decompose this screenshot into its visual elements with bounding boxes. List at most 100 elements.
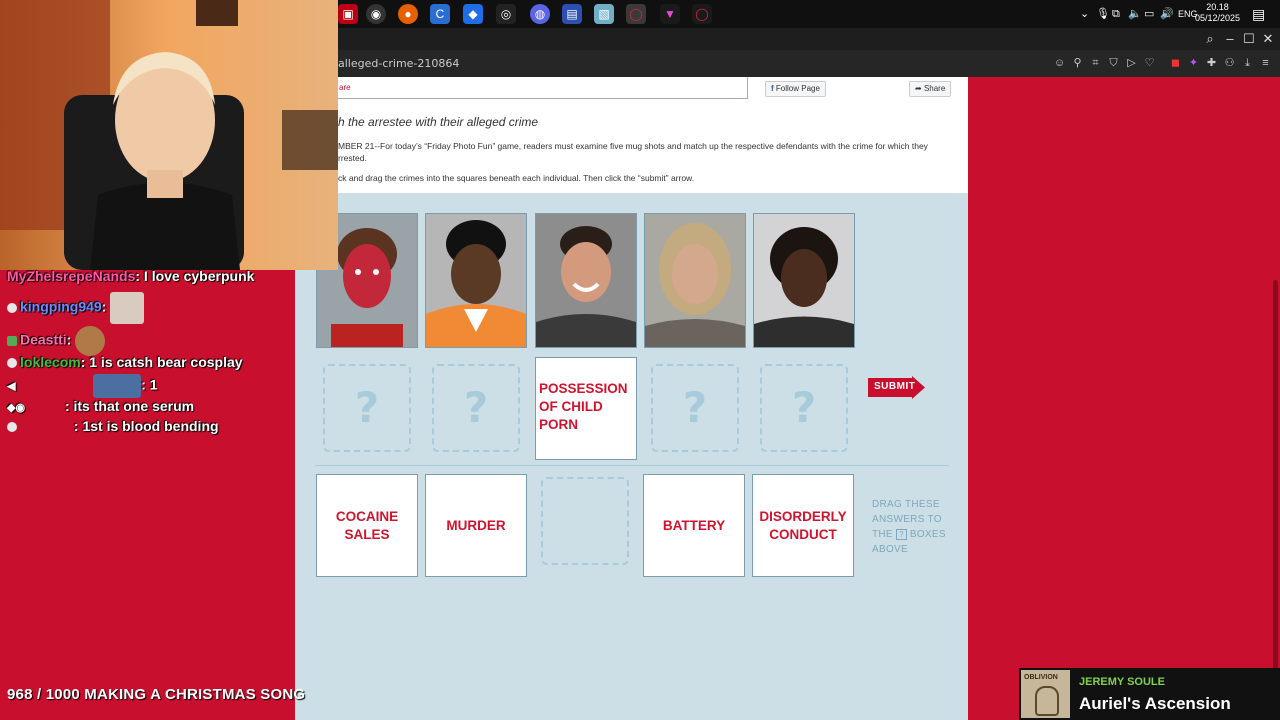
chat-message: MyZhelsrepeNands: I love cyberpunk	[7, 268, 254, 284]
answer-card-battery[interactable]: BATTERY	[643, 474, 745, 577]
app-icon[interactable]: ▣	[338, 4, 358, 24]
mugshot-2	[425, 213, 527, 348]
intro-line-1: MBER 21--For today’s “Friday Photo Fun” …	[338, 141, 928, 151]
album-art: OBLIVION	[1021, 670, 1070, 718]
network-icon[interactable]: ⧉	[1112, 0, 1120, 28]
close-icon[interactable]: ✕	[1258, 28, 1278, 50]
display-icon[interactable]: ▭	[1144, 0, 1154, 28]
article-header: are f Follow Page ➦ Share h the arrestee…	[295, 77, 968, 193]
answer-slot-1[interactable]: ?	[323, 364, 411, 452]
shield-icon[interactable]: ⛉	[1106, 56, 1121, 71]
ccleaner-icon[interactable]: C	[430, 4, 450, 24]
intro-text: MBER 21--For today’s “Friday Photo Fun” …	[338, 140, 938, 164]
intro-line-2: rrested.	[338, 153, 367, 163]
instructions-text: ck and drag the crimes into the squares …	[338, 173, 695, 183]
menu-icon[interactable]: ≡	[1258, 56, 1273, 71]
steam-icon[interactable]: ◎	[496, 4, 516, 24]
gamepad-badge-icon: ◆◉	[7, 402, 26, 414]
tool-icon[interactable]: ◆	[463, 4, 483, 24]
microphone-icon[interactable]: 🎙	[1096, 0, 1110, 28]
answer-slot-5[interactable]: ?	[760, 364, 848, 452]
chat-username: Deastti	[20, 331, 67, 348]
chat-app-icon[interactable]: ◍	[530, 4, 550, 24]
follow-page-label: Follow Page	[775, 84, 820, 93]
share-link[interactable]: are	[339, 83, 351, 92]
volume-icon[interactable]: 🔊	[1160, 0, 1174, 28]
account-icon[interactable]: ⚇	[1222, 56, 1237, 71]
snapshot-icon[interactable]: ⌗	[1088, 56, 1103, 71]
maximize-icon[interactable]: ☐	[1239, 28, 1259, 50]
answer-slot-3-filled[interactable]: POSSESSION OF CHILD PORN	[535, 357, 637, 460]
answer-slot-4[interactable]: ?	[651, 364, 739, 452]
notifications-icon[interactable]: ▤	[1252, 0, 1265, 28]
follow-page-button[interactable]: f Follow Page	[765, 81, 826, 97]
facebook-icon: f	[771, 84, 774, 93]
chat-username: MyZhelsrepeNands	[7, 268, 136, 284]
chat-message: loklecom: 1 is catsh bear cosplay	[7, 354, 243, 370]
download-icon[interactable]: ⤓	[1240, 56, 1255, 71]
speaker-icon[interactable]: 🔈	[1128, 0, 1142, 28]
monitor-icon[interactable]: ▤	[562, 4, 582, 24]
answer-slot-2[interactable]: ?	[432, 364, 520, 452]
hint-question-box: ?	[896, 529, 907, 540]
answer-card-cocaine-sales[interactable]: COCAINE SALES	[316, 474, 418, 577]
track-artist: JEREMY SOULE	[1079, 676, 1165, 688]
chat-message: ◆◉ : its that one serum	[7, 398, 194, 414]
clock-time: 20.18	[1206, 2, 1229, 12]
url-text[interactable]: alleged-crime-210864	[338, 57, 459, 70]
emoji-icon[interactable]: ☺	[1052, 56, 1067, 71]
webcam-feed	[0, 0, 338, 270]
clock-date: 05/12/2025	[1194, 13, 1240, 23]
chat-text: : 1st is blood bending	[73, 418, 219, 434]
face-emote-icon	[75, 326, 106, 356]
extension-badge-icon[interactable]: ◼	[1168, 56, 1183, 71]
chat-username: kingping949	[20, 298, 102, 315]
subscriber-badge-icon	[7, 422, 17, 433]
chat-username: loklecom	[20, 354, 81, 370]
vpn-icon[interactable]: ▼	[660, 4, 680, 24]
answer-card-murder[interactable]: MURDER	[425, 474, 527, 577]
web-page: are f Follow Page ➦ Share h the arrestee…	[295, 77, 968, 720]
minimize-icon[interactable]: –	[1220, 28, 1240, 50]
obs-icon[interactable]: ◉	[366, 4, 386, 24]
chevron-up-icon[interactable]: ⌄	[1080, 0, 1089, 28]
drag-hint: DRAG THESE ANSWERS TO THE ? BOXES ABOVE	[872, 497, 952, 557]
portrait-emote-icon	[93, 374, 142, 398]
share-bar: are	[330, 77, 748, 99]
search-icon[interactable]: ⌕	[1200, 28, 1220, 50]
chat-text: : I love cyberpunk	[135, 268, 255, 284]
chat-message: : 1st is blood bending	[7, 418, 219, 434]
chat-text: :	[101, 298, 107, 315]
submit-label: SUBMIT	[874, 381, 916, 392]
mod-badge-icon	[7, 336, 17, 346]
opera-gx-icon[interactable]: ◯	[626, 4, 646, 24]
laughing-emote-icon	[110, 292, 145, 324]
chat-message: ◀ : 1	[7, 374, 158, 398]
answer-card-disorderly-conduct[interactable]: DISORDERLY CONDUCT	[752, 474, 854, 577]
share-icon: ➦	[915, 84, 922, 93]
system-clock[interactable]: 20.18 05/12/2025	[1195, 2, 1240, 24]
scrollbar-thumb[interactable]	[1273, 280, 1278, 670]
notes-icon[interactable]: ▧	[594, 4, 614, 24]
placed-answer: POSSESSION OF CHILD PORN	[539, 381, 628, 432]
chat-message: kingping949:	[7, 292, 145, 324]
submit-button[interactable]: SUBMIT	[868, 376, 926, 399]
opera-icon[interactable]: ◯	[692, 4, 712, 24]
seal-icon	[1035, 686, 1059, 716]
puzzle-icon[interactable]: ✚	[1204, 56, 1219, 71]
chat-message: Deastti:	[7, 326, 106, 356]
firefox-icon[interactable]: ●	[398, 4, 418, 24]
subscriber-badge-icon	[7, 358, 17, 369]
extension-icon[interactable]: ✦	[1186, 56, 1201, 71]
page-scrollbar[interactable]	[1270, 77, 1280, 720]
play-icon[interactable]: ▷	[1124, 56, 1139, 71]
heart-icon[interactable]: ♡	[1142, 56, 1157, 71]
chat-text: : 1 is catsh bear cosplay	[80, 354, 243, 370]
chat-text: : 1	[141, 376, 158, 393]
pin-icon[interactable]: ⚲	[1070, 56, 1085, 71]
share-button[interactable]: ➦ Share	[909, 81, 952, 97]
game-title: h the arrestee with their alleged crime	[338, 115, 539, 129]
chat-text: : its that one serum	[64, 398, 195, 414]
answer-card-label: COCAINE SALES	[335, 508, 399, 542]
track-title: Auriel's Ascension	[1079, 694, 1231, 713]
